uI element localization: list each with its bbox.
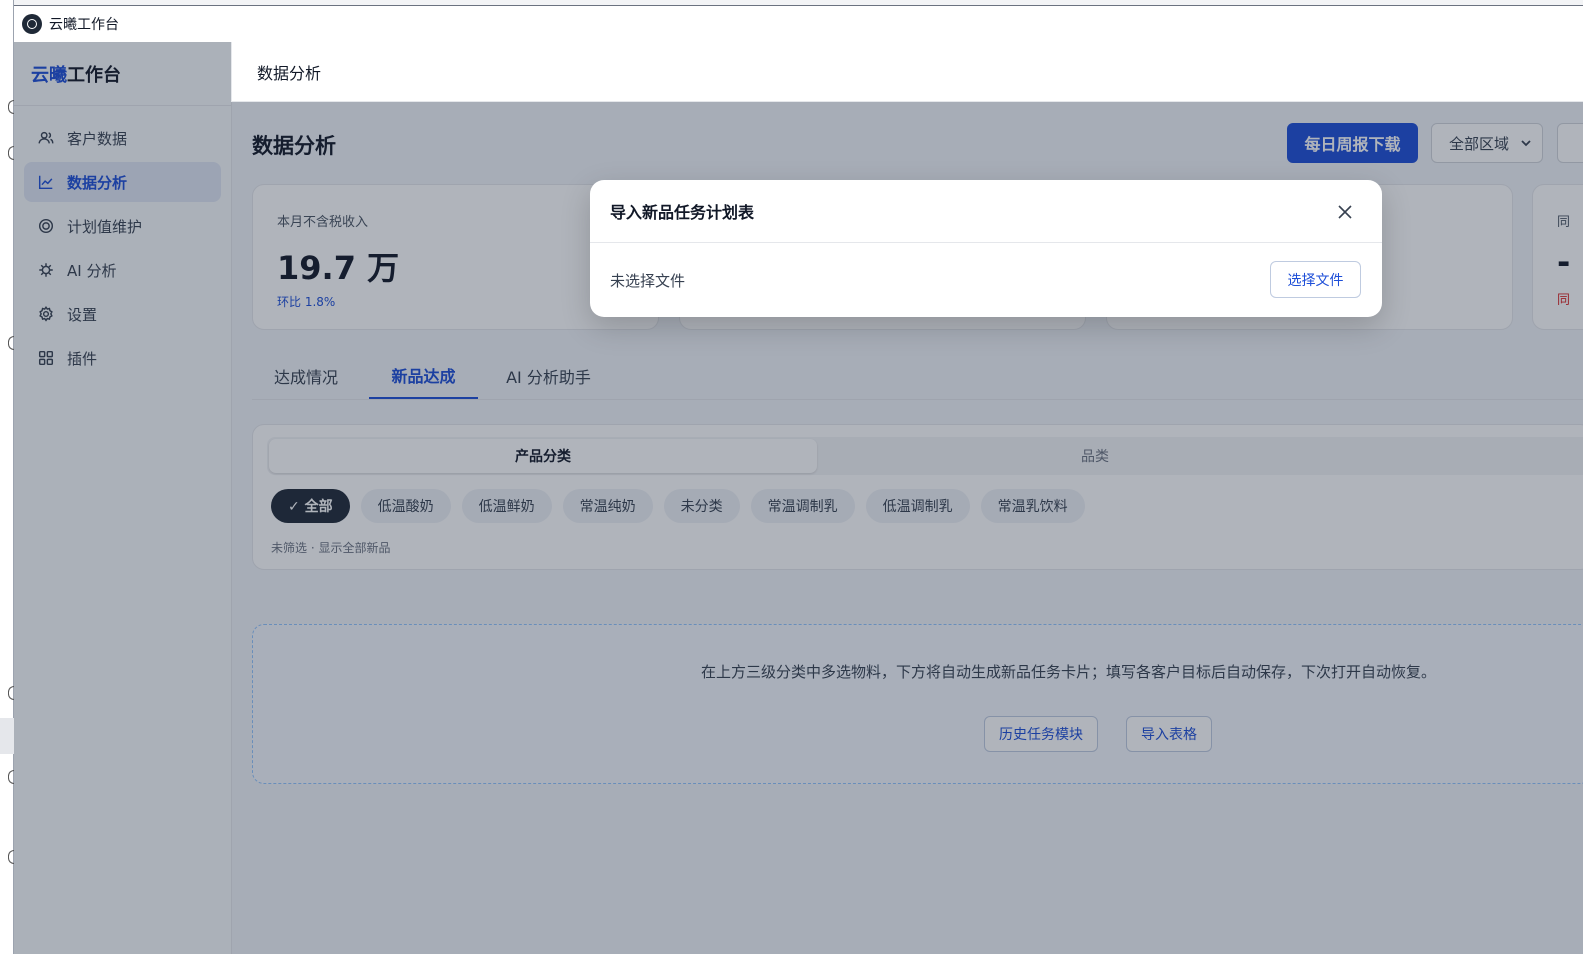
- modal-backdrop-side[interactable]: [14, 42, 231, 954]
- choose-file-button[interactable]: 选择文件: [1270, 261, 1361, 298]
- title-bar: 云曦工作台: [14, 6, 1583, 42]
- import-plan-dialog: 导入新品任务计划表 未选择文件 选择文件: [590, 180, 1382, 317]
- close-icon[interactable]: [1336, 203, 1354, 221]
- app-logo-icon: [22, 14, 42, 34]
- top-header: 数据分析: [232, 42, 1583, 102]
- dialog-title: 导入新品任务计划表: [590, 180, 1382, 243]
- window-title: 云曦工作台: [49, 17, 119, 33]
- background-app-edge: [0, 0, 14, 954]
- header-title: 数据分析: [257, 63, 322, 83]
- edge-selection: [0, 718, 14, 754]
- file-status-text: 未选择文件: [610, 272, 686, 290]
